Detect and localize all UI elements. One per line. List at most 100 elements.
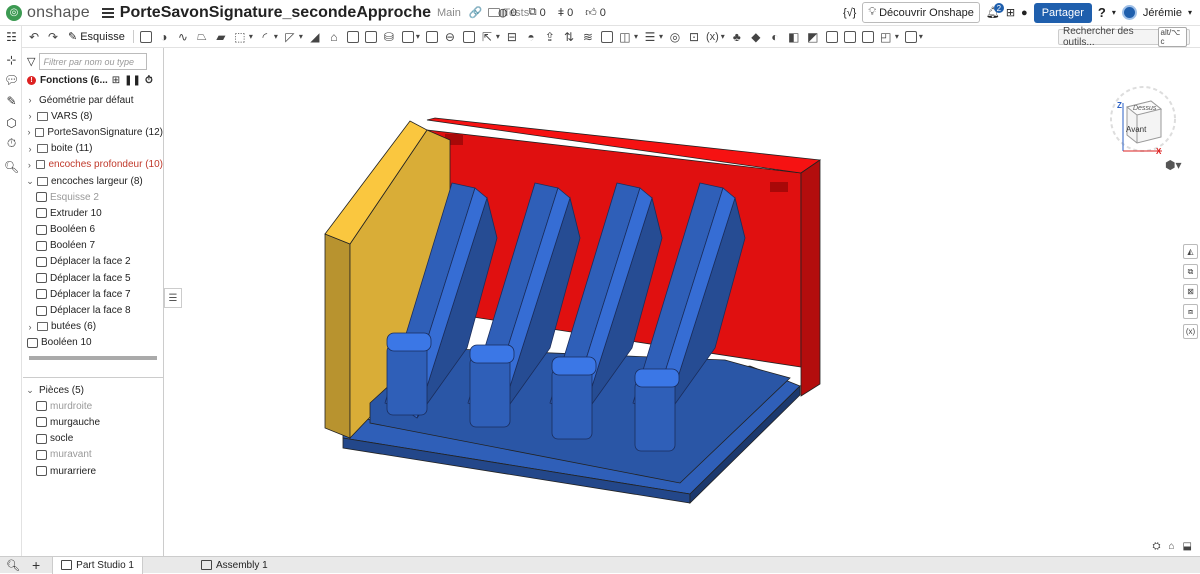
tree-row[interactable]: Déplacer la face 7 <box>23 286 163 302</box>
hem-icon[interactable]: ◩ <box>806 30 820 44</box>
shell-icon[interactable] <box>346 30 359 43</box>
custom-feature-icon[interactable]: ♣ <box>730 30 744 44</box>
parts-icon[interactable]: ⬡ <box>5 116 18 130</box>
tab-part-studio-1[interactable]: Part Studio 1 <box>52 556 143 574</box>
bend-relief-icon[interactable] <box>861 30 874 43</box>
mirror-icon[interactable] <box>425 30 438 43</box>
loft-icon[interactable]: ⏢ <box>195 29 209 44</box>
tree-row[interactable]: ⌄ encoches largeur (8) <box>23 173 163 189</box>
mate-connector-icon[interactable]: ◫ <box>618 30 632 44</box>
stat-branches[interactable]: ǂ0 <box>558 6 574 19</box>
tree-row[interactable]: › encoches profondeur (10) <box>23 157 163 173</box>
tag-icon[interactable]: ◆ <box>749 30 763 44</box>
named-views-icon[interactable]: ⌂ <box>1169 541 1175 552</box>
redo-icon[interactable]: ↷ <box>46 30 60 44</box>
transform-icon[interactable]: ⇱ <box>480 30 494 44</box>
chamfer-icon[interactable]: ◸ <box>283 30 297 44</box>
filter-icon[interactable]: ▽ <box>27 55 35 68</box>
tree-row[interactable]: Déplacer la face 8 <box>23 302 163 318</box>
chevron-right-icon[interactable]: › <box>25 111 35 121</box>
extrude-icon[interactable] <box>139 30 152 43</box>
tree-row[interactable]: › PorteSavonSignature (12) <box>23 124 163 140</box>
add-folder-icon[interactable]: ⊞ <box>112 75 120 86</box>
chevron-down-icon[interactable]: ▾ <box>919 32 923 41</box>
stat-public[interactable]: ◍ 0 <box>498 6 517 20</box>
search-icon[interactable]: 🔍︎ <box>4 160 19 174</box>
discover-button[interactable]: 💡︎ Découvrir Onshape <box>862 2 980 23</box>
chevron-down-icon[interactable]: ▾ <box>299 32 303 41</box>
frame-icon[interactable] <box>904 30 917 43</box>
sheet-metal-icon[interactable]: ◐ <box>768 30 782 44</box>
pattern-icon[interactable] <box>401 30 414 43</box>
tree-row[interactable]: Booléen 10 <box>23 335 163 351</box>
plane-icon[interactable] <box>600 30 613 43</box>
search-tabs-icon[interactable]: 🔍︎ <box>6 559 20 572</box>
tree-row[interactable]: Déplacer la face 5 <box>23 270 163 286</box>
stat-likes[interactable]: 👍︎ 0 <box>585 6 606 20</box>
render-mode-icon[interactable]: ⛭ <box>1153 541 1161 552</box>
onshape-logo[interactable]: ◎ onshape <box>6 4 90 22</box>
graphics-viewport[interactable]: Dessus Avant Z X ⬢▾ <box>165 48 1200 556</box>
enclose-icon[interactable]: ⬚ <box>233 30 247 44</box>
appearance-icon[interactable]: ◭ <box>1183 244 1198 259</box>
part-item[interactable]: muravant <box>23 447 163 463</box>
chevron-down-icon[interactable]: ▾ <box>496 32 500 41</box>
tree-row[interactable]: Booléen 7 <box>23 238 163 254</box>
mass-properties-icon[interactable]: ⧉ <box>1183 264 1198 279</box>
tab-icon[interactable] <box>825 30 838 43</box>
move-face-icon[interactable]: ⇪ <box>543 30 557 44</box>
view-options-icon[interactable]: ⬢▾ <box>1165 158 1182 172</box>
app-store-icon[interactable]: ⊞ <box>1006 6 1015 19</box>
tree-row[interactable]: › boite (11) <box>23 141 163 157</box>
chevron-right-icon[interactable]: › <box>25 322 35 332</box>
replace-face-icon[interactable]: ⇅ <box>562 30 576 44</box>
chevron-down-icon[interactable]: ▾ <box>416 32 420 41</box>
help-icon[interactable]: ? <box>1098 5 1106 20</box>
search-tools-input[interactable]: Rechercher des outils... alt/⌥ c <box>1058 26 1190 48</box>
part-item[interactable]: murdroite <box>23 398 163 414</box>
branch-label[interactable]: Main <box>437 7 461 19</box>
filter-input[interactable]: Filtrer par nom ou type <box>39 53 148 70</box>
part-item[interactable]: socle <box>23 431 163 447</box>
tab-assembly-1[interactable]: Assembly 1 <box>193 557 276 574</box>
features-label[interactable]: Fonctions (6... <box>40 75 108 86</box>
timer-icon[interactable]: ⏱︎ <box>5 136 18 150</box>
feature-list-icon[interactable]: ☷ <box>5 30 18 44</box>
measure-icon[interactable]: ⊡ <box>687 30 701 44</box>
display-states-icon[interactable]: ⬓ <box>1183 541 1192 552</box>
parts-header[interactable]: ⌄ Pièces (5) <box>23 382 163 398</box>
chevron-right-icon[interactable]: › <box>25 144 35 154</box>
chevron-down-icon[interactable]: ▾ <box>634 32 638 41</box>
user-name[interactable]: Jérémie <box>1143 7 1182 19</box>
flat-view-icon[interactable]: ◰ <box>879 30 893 44</box>
avatar[interactable] <box>1121 5 1137 20</box>
tree-row[interactable]: Déplacer la face 2 <box>23 254 163 270</box>
modify-fillet-icon[interactable]: ◓ <box>524 30 538 44</box>
tree-row[interactable]: Booléen 6 <box>23 222 163 238</box>
menu-icon[interactable] <box>101 7 114 18</box>
chevron-down-icon[interactable]: ⌄ <box>25 385 35 396</box>
delete-part-icon[interactable]: ⊟ <box>505 30 519 44</box>
share-button[interactable]: Partager <box>1033 2 1092 23</box>
boolean-icon[interactable]: ⊖ <box>443 30 457 44</box>
chevron-down-icon[interactable]: ▾ <box>721 32 725 41</box>
chevron-down-icon[interactable]: ▾ <box>249 32 253 41</box>
chevron-down-icon[interactable]: ▾ <box>895 32 899 41</box>
chevron-right-icon[interactable]: › <box>25 127 33 137</box>
rollback-timer-icon[interactable]: ⏱︎ <box>145 75 153 86</box>
section-view-icon[interactable]: ⧈ <box>1183 304 1198 319</box>
part-item[interactable]: murarriere <box>23 463 163 479</box>
variable-button[interactable]: (x) <box>706 30 719 44</box>
chevron-down-icon[interactable]: ▾ <box>274 32 278 41</box>
cylinder-icon[interactable]: ⛁ <box>382 30 396 44</box>
user-caret-icon[interactable]: ▾ <box>1188 8 1192 17</box>
undo-icon[interactable]: ↶ <box>27 30 41 44</box>
variables-panel-icon[interactable]: (x) <box>1183 324 1198 339</box>
part-item[interactable]: murgauche <box>23 414 163 430</box>
chevron-down-icon[interactable]: ▾ <box>659 32 663 41</box>
variable-studio-button[interactable]: {√} <box>843 7 856 19</box>
notifications-button[interactable]: 🔔︎ 2 <box>986 3 1004 19</box>
hole-icon[interactable] <box>364 30 377 43</box>
helix-icon[interactable]: ◎ <box>668 30 682 44</box>
chevron-down-icon[interactable]: ⌄ <box>25 176 35 187</box>
